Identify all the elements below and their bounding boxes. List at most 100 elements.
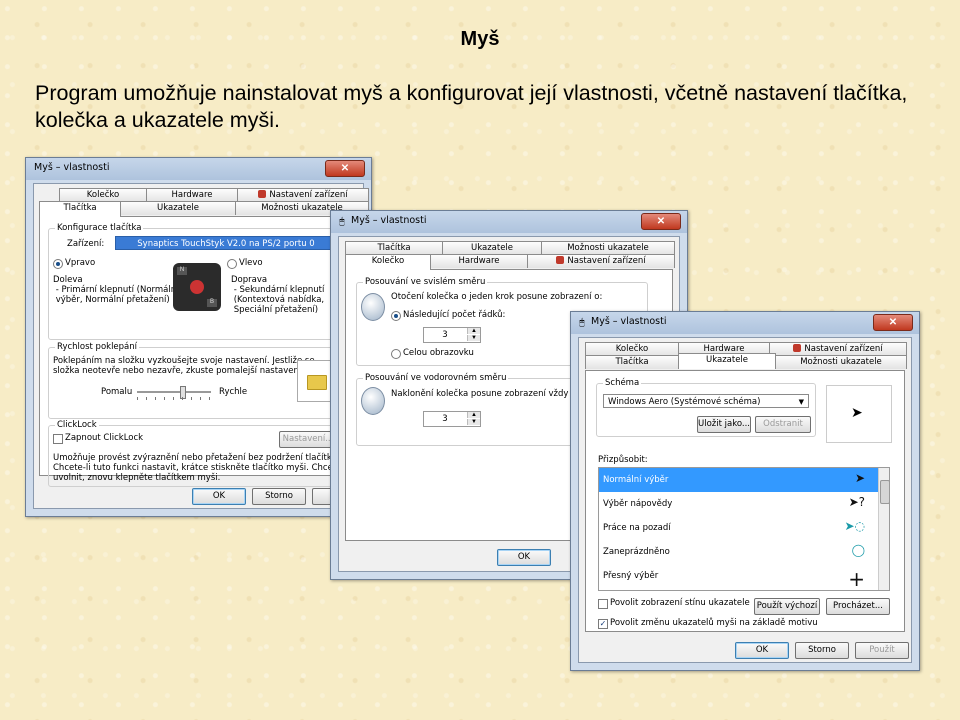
scheme-select[interactable]: Windows Aero (Systémové schéma) ▼ [603, 394, 809, 408]
lines-spinner[interactable]: 3 ▲ ▼ [423, 327, 481, 343]
tab-ukazatele[interactable]: Ukazatele [678, 353, 776, 369]
vertical-scroll-label: Posouvání ve svislém směru [363, 277, 488, 287]
ok-button[interactable]: OK [735, 642, 789, 659]
double-click-description: Poklepáním na složku vyzkoušejte svoje n… [53, 356, 315, 376]
cursor-list[interactable]: Normální výběr ➤ Výběr nápovědy ➤? Práce na … [598, 467, 890, 591]
tab-kolecko[interactable]: Kolečko [345, 254, 431, 270]
cursor-list-scrollbar[interactable] [878, 468, 889, 590]
shield-icon [556, 256, 565, 264]
cursor-name: Výběr nápovědy [603, 499, 673, 509]
double-click-slider[interactable] [137, 386, 211, 400]
pointer-shadow-label: Povolit zobrazení stínu ukazatele [610, 598, 750, 608]
double-click-label: Rychlost poklepání [55, 342, 140, 352]
close-button[interactable]: ✕ [641, 213, 681, 230]
save-as-button[interactable]: Uložit jako... [697, 416, 751, 433]
vertical-scroll-description: Otočení kolečka o jeden krok posune zobr… [391, 292, 603, 302]
tab-hardware[interactable]: Hardware [146, 188, 238, 202]
tab-ukazatele[interactable]: Ukazatele [120, 201, 236, 215]
double-click-group: Rychlost poklepání Poklepáním na složku … [48, 342, 338, 419]
slow-label: Pomalu [101, 387, 133, 397]
tab-device-settings[interactable]: Nastavení zařízení [527, 254, 675, 268]
device-label: Zařízení: [67, 239, 105, 249]
cursor-name: Normální výběr [603, 475, 669, 485]
radio-full-screen-label: Celou obrazovku [403, 348, 474, 358]
help-arrow-icon: ➤? [848, 495, 865, 509]
tab-tlacitka[interactable]: Tlačítka [345, 241, 443, 255]
cursor-list-item[interactable]: Normální výběr ➤ [599, 468, 879, 492]
tab-kolecko[interactable]: Kolečko [585, 342, 679, 356]
tab-device-settings[interactable]: Nastavení zařízení [769, 342, 907, 356]
slide-title: Myš [460, 28, 500, 50]
mouse-icon: 🖱 [339, 216, 345, 226]
tab-pointer-options[interactable]: Možnosti ukazatele [775, 355, 907, 369]
tab-tlacitka[interactable]: Tlačítka [585, 355, 679, 369]
cursor-list-item[interactable]: Zaneprázdněno ◯ [599, 540, 879, 564]
spin-down-icon[interactable]: ▼ [467, 419, 480, 425]
clicklock-settings-button[interactable]: Nastavení... [279, 431, 337, 448]
arrow-icon: ➤ [851, 404, 863, 420]
cursor-list-item[interactable]: Práce na pozadí ➤◌ [599, 516, 879, 540]
radio-right-label: Vpravo [65, 258, 96, 268]
cursor-list-item[interactable]: Výběr nápovědy ➤? [599, 492, 879, 516]
dialog-title: Myš – vlastnosti [34, 162, 110, 173]
radio-left[interactable] [227, 259, 237, 269]
tab-device-settings[interactable]: Nastavení zařízení [237, 188, 369, 202]
tab-ukazatele[interactable]: Ukazatele [442, 241, 542, 255]
clicklock-checkbox[interactable] [53, 434, 63, 444]
button-config-group: Konfigurace tlačítka Zařízení: Synaptics… [48, 223, 338, 340]
title-bar[interactable]: Myš – vlastnosti ✕ [26, 158, 371, 180]
radio-lines-label: Následující počet řádků: [403, 310, 506, 320]
touchstyk-image: N B [173, 263, 221, 311]
characters-spinner[interactable]: 3 ▲ ▼ [423, 411, 481, 427]
spin-up-icon[interactable]: ▲ [467, 328, 480, 334]
cursor-list-item[interactable]: Přesný výběr + [599, 564, 879, 590]
tab-kolecko[interactable]: Kolečko [59, 188, 147, 202]
spin-up-icon[interactable]: ▲ [467, 412, 480, 418]
spin-down-icon[interactable]: ▼ [467, 335, 480, 341]
radio-lines[interactable] [391, 311, 401, 321]
button-config-label: Konfigurace tlačítka [55, 223, 144, 233]
busy-ring-icon: ◯ [851, 543, 865, 557]
clicklock-group: ClickLock Zapnout ClickLock Nastavení...… [48, 420, 378, 487]
tab-page-buttons: Konfigurace tlačítka Zařízení: Synaptics… [39, 216, 378, 487]
radio-full-screen[interactable] [391, 349, 401, 359]
ok-button[interactable]: OK [192, 488, 246, 505]
theme-pointers-checkbox[interactable]: ✓ [598, 619, 608, 629]
cursor-preview-box: ➤ [826, 385, 892, 443]
folder-icon [307, 375, 327, 390]
ok-button[interactable]: OK [497, 549, 551, 566]
close-button[interactable]: ✕ [325, 160, 365, 177]
dialog-title: Myš – vlastnosti [591, 316, 667, 327]
cursor-name: Zaneprázdněno [603, 547, 670, 557]
theme-pointers-label: Povolit změnu ukazatelů myši na základě … [610, 618, 818, 628]
radio-left-label: Vlevo [239, 258, 263, 268]
tab-hardware[interactable]: Hardware [430, 254, 528, 268]
horizontal-scroll-description: Naklonění kolečka posune zobrazení vždy … [391, 389, 597, 399]
busy-arrow-icon: ➤◌ [844, 519, 865, 533]
wheel-horizontal-icon [361, 387, 385, 415]
use-default-button[interactable]: Použít výchozí [754, 598, 820, 615]
browse-button[interactable]: Procházet... [826, 598, 890, 615]
mouse-properties-dialog-buttons: Myš – vlastnosti ✕ Kolečko Hardware Nast… [25, 157, 378, 517]
title-bar[interactable]: 🖱 Myš – vlastnosti ✕ [331, 211, 687, 233]
cancel-button[interactable]: Storno [795, 642, 849, 659]
radio-right[interactable] [53, 259, 63, 269]
cancel-button[interactable]: Storno [252, 488, 306, 505]
title-bar[interactable]: 🖱 Myš – vlastnosti ✕ [571, 312, 919, 334]
scheme-label: Schéma [603, 378, 642, 388]
dialog-client: Kolečko Hardware Nastavení zařízení Tlač… [33, 183, 378, 509]
dialog-title: Myš – vlastnosti [351, 215, 427, 226]
cursor-name: Přesný výběr [603, 571, 659, 581]
cursor-name: Práce na pozadí [603, 523, 671, 533]
device-select[interactable]: Synaptics TouchStyk V2.0 na PS/2 portu 0 [115, 236, 333, 250]
delete-scheme-button[interactable]: Odstranit [755, 416, 811, 433]
slide-body-text: Program umožňuje nainstalovat myš a konf… [35, 81, 908, 132]
fast-label: Rychle [219, 387, 248, 397]
clicklock-description: Umožňuje provést zvýraznění nebo přetaže… [53, 453, 378, 483]
pointer-shadow-checkbox[interactable] [598, 599, 608, 609]
tab-tlacitka[interactable]: Tlačítka [39, 201, 121, 217]
clicklock-label: ClickLock [55, 420, 99, 430]
close-button[interactable]: ✕ [873, 314, 913, 331]
tab-pointer-options[interactable]: Možnosti ukazatele [541, 241, 675, 255]
apply-button[interactable]: Použít [855, 642, 909, 659]
